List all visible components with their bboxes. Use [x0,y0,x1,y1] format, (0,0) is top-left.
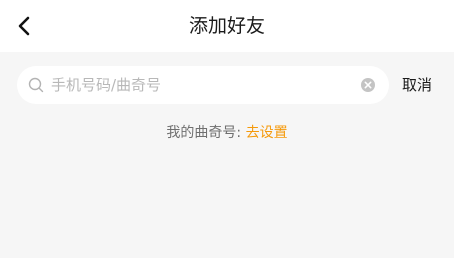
cancel-button[interactable]: 取消 [402,66,432,104]
header-bar: 添加好友 [0,0,454,52]
search-row: 取消 [0,52,454,116]
my-id-label: 我的曲奇号: [166,125,246,141]
page-title: 添加好友 [188,15,265,37]
my-id-row: 我的曲奇号: 去设置 [0,118,454,148]
set-id-link[interactable]: 去设置 [246,125,288,141]
search-box[interactable] [17,66,389,104]
search-input[interactable] [51,66,351,104]
search-icon [28,77,44,93]
chevron-left-icon [18,16,30,36]
back-button[interactable] [8,10,40,42]
clear-circle-icon[interactable] [360,77,376,93]
